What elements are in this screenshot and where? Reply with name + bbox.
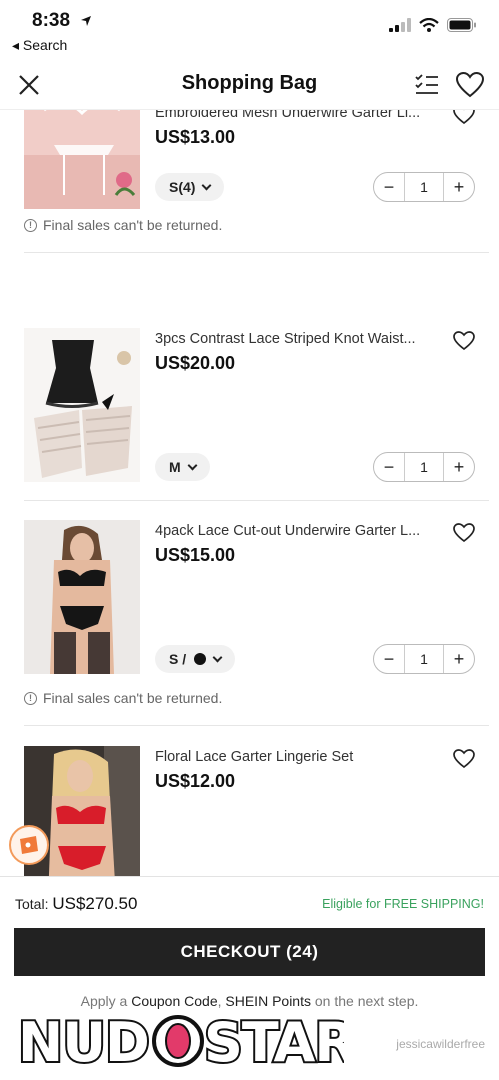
- final-sale-notice: ! Final sales can't be returned.: [24, 217, 222, 233]
- wishlist-heart-icon[interactable]: [453, 331, 475, 351]
- checkout-footer: Total: US$270.50 Eligible for FREE SHIPP…: [0, 876, 499, 1080]
- product-image[interactable]: [24, 520, 140, 674]
- final-sale-notice: ! Final sales can't be returned.: [24, 690, 222, 706]
- quantity-stepper[interactable]: − 1 +: [373, 644, 475, 674]
- watermark-username: jessicawilderfree: [396, 1037, 485, 1051]
- status-time: 8:38: [32, 10, 71, 31]
- quantity-stepper[interactable]: − 1 +: [373, 452, 475, 482]
- quantity-value[interactable]: 1: [404, 645, 444, 673]
- quantity-value[interactable]: 1: [404, 453, 444, 481]
- decrease-quantity-button[interactable]: −: [374, 173, 404, 201]
- size-value: S(4): [169, 179, 196, 195]
- divider: [24, 725, 489, 726]
- checkout-button[interactable]: CHECKOUT (24): [14, 928, 485, 976]
- product-name[interactable]: Floral Lace Garter Lingerie Set: [155, 749, 440, 765]
- size-selector[interactable]: M: [155, 453, 210, 481]
- divider: [24, 500, 489, 501]
- wifi-icon: [419, 18, 439, 32]
- product-name[interactable]: Embroidered Mesh Underwire Garter Li...: [155, 110, 440, 121]
- cart-item-list[interactable]: Embroidered Mesh Underwire Garter Li... …: [0, 110, 499, 876]
- size-value: M: [169, 459, 181, 475]
- size-value: S /: [169, 651, 187, 667]
- increase-quantity-button[interactable]: +: [444, 645, 474, 673]
- wishlist-heart-icon[interactable]: [453, 110, 475, 125]
- info-icon: !: [24, 691, 37, 705]
- product-price: US$12.00: [155, 771, 236, 791]
- increase-quantity-button[interactable]: +: [444, 173, 474, 201]
- product-price: US$20.00: [155, 353, 236, 373]
- coupon-ticket-icon: [20, 836, 38, 854]
- size-selector[interactable]: S(4): [155, 173, 225, 201]
- color-swatch-black: [194, 653, 207, 665]
- product-price: US$13.00: [155, 127, 236, 147]
- notice-text: Final sales can't be returned.: [43, 690, 223, 706]
- coupon-float-button[interactable]: [9, 825, 49, 865]
- svg-text:NUD: NUD: [18, 1011, 149, 1073]
- chevron-down-icon: [212, 652, 223, 662]
- product-name[interactable]: 4pack Lace Cut-out Underwire Garter L...: [155, 523, 440, 539]
- decrease-quantity-button[interactable]: −: [374, 645, 404, 673]
- status-bar: 8:38 ◂ Search: [0, 0, 499, 58]
- product-name[interactable]: 3pcs Contrast Lace Striped Knot Waist...: [155, 331, 440, 347]
- chevron-down-icon: [187, 460, 198, 470]
- total-label: Total:: [15, 896, 49, 912]
- free-shipping-note: Eligible for FREE SHIPPING!: [322, 897, 484, 911]
- info-icon: !: [24, 218, 37, 232]
- decrease-quantity-button[interactable]: −: [374, 453, 404, 481]
- location-arrow-icon: [81, 16, 91, 26]
- divider: [24, 252, 489, 253]
- product-price: US$15.00: [155, 545, 236, 565]
- wishlist-heart-icon[interactable]: [453, 749, 475, 769]
- total-value: US$270.50: [52, 894, 138, 913]
- wishlist-heart-icon[interactable]: [456, 72, 484, 98]
- product-image[interactable]: [24, 110, 140, 209]
- back-to-search-link[interactable]: ◂ Search: [12, 37, 67, 54]
- quantity-stepper[interactable]: − 1 +: [373, 172, 475, 202]
- wishlist-heart-icon[interactable]: [453, 523, 475, 543]
- battery-icon: [447, 18, 476, 32]
- app-header: Shopping Bag: [0, 58, 499, 110]
- chevron-down-icon: [202, 180, 212, 190]
- size-selector[interactable]: S /: [155, 645, 236, 673]
- product-image[interactable]: [24, 328, 140, 482]
- checklist-icon[interactable]: [414, 73, 440, 97]
- order-total: Total: US$270.50: [15, 894, 137, 914]
- notice-text: Final sales can't be returned.: [43, 217, 223, 233]
- watermark-logo: NUD STAR: [16, 1009, 344, 1073]
- signal-icon: [389, 18, 411, 32]
- quantity-value[interactable]: 1: [404, 173, 444, 201]
- increase-quantity-button[interactable]: +: [444, 453, 474, 481]
- svg-text:STAR: STAR: [204, 1011, 344, 1073]
